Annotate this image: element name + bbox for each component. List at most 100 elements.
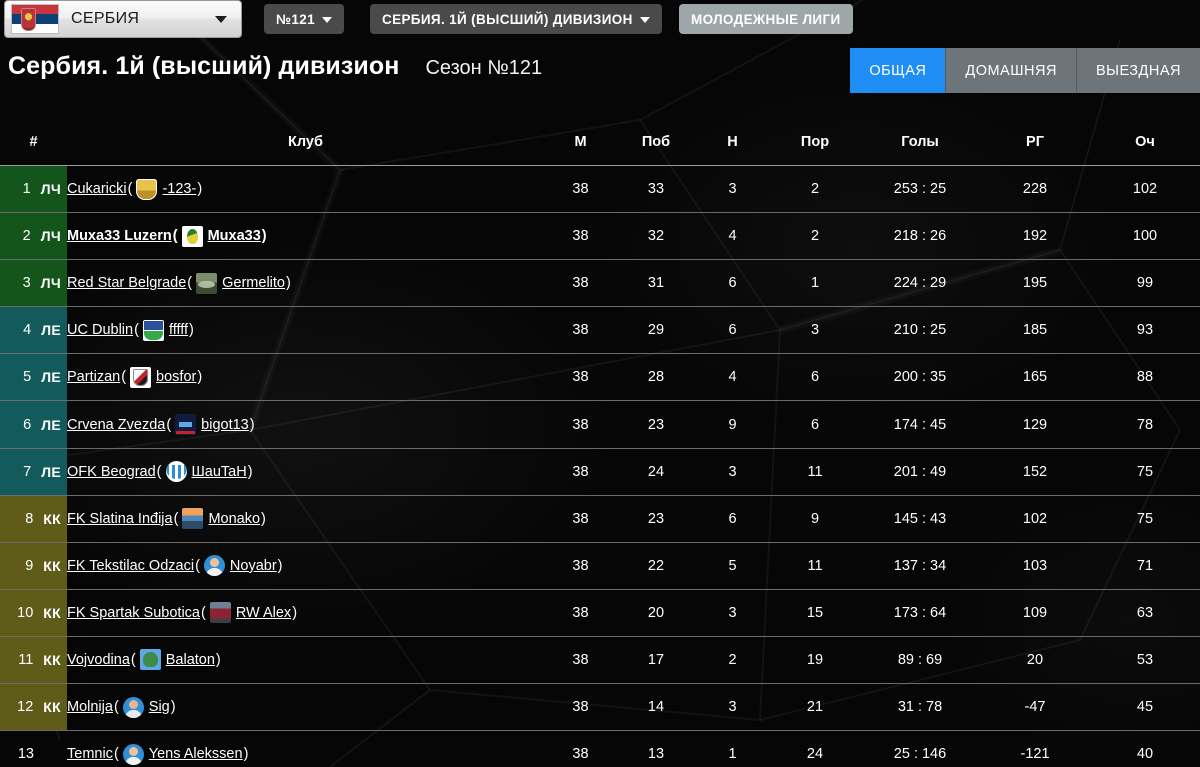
club-link[interactable]: Crvena Zvezda (67, 417, 165, 433)
manager-link[interactable]: Germelito (222, 275, 285, 291)
paren-close: ) (197, 181, 203, 198)
tab-overall[interactable]: ОБЩАЯ (850, 48, 947, 93)
row-played: 38 (572, 699, 589, 716)
column-header-rank[interactable]: # (0, 119, 67, 166)
row-goal-difference: -47 (1024, 699, 1046, 716)
table-row[interactable]: 5 ЛЕ Partizan (bosfor) 38 28 4 6 200 : 35 165 88 (0, 354, 1200, 401)
division-dropdown[interactable]: СЕРБИЯ. 1Й (ВЫСШИЙ) ДИВИЗИОН (370, 4, 662, 34)
column-header-losses[interactable]: Пор (770, 119, 860, 166)
youth-leagues-button[interactable]: МОЛОДЕЖНЫЕ ЛИГИ (679, 4, 853, 34)
zone-indicator: 10 КК (0, 589, 67, 636)
row-goal-difference: 192 (1022, 228, 1048, 245)
row-goal-difference: 129 (1022, 416, 1048, 433)
row-goal-difference: 103 (1022, 557, 1048, 574)
paren-open: ( (187, 275, 193, 292)
manager-link[interactable]: bosfor (156, 369, 196, 385)
standings-header-row: # Клуб М Поб Н Пор Голы РГ Оч (0, 119, 1200, 166)
row-zone-tag: ЛЕ (41, 416, 61, 433)
table-row[interactable]: 7 ЛЕ OFK Beograd (ШauTaH) 38 24 3 11 201 : 49 15… (0, 448, 1200, 496)
club-link[interactable]: Molnija (67, 699, 113, 715)
zone-indicator: 8 КК (0, 495, 67, 542)
table-row[interactable]: 6 ЛЕ Crvena Zvezda (bigot13) 38 23 9 6 174 : 45… (0, 401, 1200, 449)
manager-link[interactable]: Sig (149, 699, 170, 715)
manager-link[interactable]: Yens Alekssen (149, 746, 243, 762)
column-header-wins[interactable]: Поб (617, 119, 695, 166)
row-played: 38 (572, 416, 589, 433)
column-header-points[interactable]: Оч (1090, 119, 1200, 166)
paren-close: ) (215, 651, 221, 668)
row-goals: 174 : 45 (893, 416, 947, 433)
table-row[interactable]: 9 КК FK Tekstilac Odzaci (Noyabr) 38 22 5 11 13… (0, 542, 1200, 590)
manager-link[interactable]: bigot13 (201, 417, 249, 433)
row-rank-number: 10 (17, 604, 34, 621)
row-points: 75 (1136, 463, 1154, 480)
row-club-cell: Molnija (Sig) (67, 684, 544, 731)
column-header-played[interactable]: М (544, 119, 617, 166)
row-rank-number: 12 (17, 699, 34, 716)
zone-indicator: 5 ЛЕ (0, 354, 67, 401)
row-goal-difference: -121 (1020, 746, 1050, 763)
manager-link[interactable]: RW Alex (236, 605, 291, 621)
row-rank-cell: 10 КК (0, 589, 67, 636)
table-row[interactable]: 12 КК Molnija (Sig) 38 14 3 21 31 : 78 -47 45 (0, 684, 1200, 731)
row-wins: 14 (647, 699, 665, 716)
manager-link[interactable]: -123- (162, 181, 196, 197)
manager-link[interactable]: fffff (169, 322, 188, 338)
tab-overall-label: ОБЩАЯ (869, 62, 927, 79)
club-link[interactable]: FK Tekstilac Odzaci (67, 558, 194, 574)
manager-link[interactable]: ШauTaH (192, 464, 247, 480)
column-header-draws[interactable]: Н (695, 119, 770, 166)
row-goal-difference: 20 (1026, 651, 1044, 668)
club-link[interactable]: Temnic (67, 746, 113, 762)
club-link[interactable]: Red Star Belgrade (67, 275, 186, 291)
season-dropdown[interactable]: №121 (264, 4, 344, 34)
club-link[interactable]: Muxa33 Luzern (67, 228, 172, 244)
table-row[interactable]: 1 ЛЧ Cukaricki (-123-) 38 33 3 2 253 : 25 228 102 (0, 166, 1200, 213)
table-row[interactable]: 11 КК Vojvodina (Balaton) 38 17 2 19 89 : 69 20 5… (0, 636, 1200, 684)
row-wins: 31 (647, 275, 665, 292)
row-club-cell: Red Star Belgrade (Germelito) (67, 260, 544, 307)
table-row[interactable]: 4 ЛЕ UC Dublin (fffff) 38 29 6 3 210 : 25 185 93 (0, 307, 1200, 354)
row-goals: 137 : 34 (893, 557, 947, 574)
tab-home[interactable]: ДОМАШНЯЯ (946, 48, 1077, 93)
club-link[interactable]: FK Slatina Inđija (67, 511, 173, 527)
table-row[interactable]: 3 ЛЧ Red Star Belgrade (Germelito) 38 31 6 1 22… (0, 260, 1200, 307)
table-row[interactable]: 8 КК FK Slatina Inđija (Monako) 38 23 6 9 145 :… (0, 495, 1200, 543)
row-losses: 2 (810, 228, 820, 245)
zone-indicator: 9 КК (0, 542, 67, 589)
manager-link[interactable]: Muxa33 (208, 228, 261, 244)
zone-indicator: 13 (0, 731, 67, 767)
zone-indicator: 3 ЛЧ (0, 260, 67, 307)
row-goals: 145 : 43 (893, 510, 947, 527)
row-goals: 253 : 25 (893, 181, 947, 198)
club-link[interactable]: OFK Beograd (67, 464, 156, 480)
club-link[interactable]: Partizan (67, 369, 120, 385)
table-row[interactable]: 2 ЛЧ Muxa33 Luzern (Muxa33) 38 32 4 2 218 : 26 1… (0, 213, 1200, 260)
column-header-goals[interactable]: Голы (860, 119, 980, 166)
column-header-club[interactable]: Клуб (67, 119, 544, 166)
page-title: Сербия. 1й (высший) дивизион (8, 52, 400, 80)
row-points: 100 (1132, 228, 1158, 245)
table-row[interactable]: 13 Temnic (Yens Alekssen) 38 13 1 24 25 : 146 -… (0, 731, 1200, 767)
row-played: 38 (572, 651, 589, 668)
row-rank-number: 1 (22, 181, 31, 198)
row-draws: 2 (728, 651, 737, 668)
row-draws: 3 (728, 181, 737, 198)
row-wins: 24 (647, 463, 665, 480)
country-selector[interactable]: СЕРБИЯ (4, 0, 242, 38)
manager-link[interactable]: Noyabr (230, 558, 277, 574)
table-row[interactable]: 10 КК FK Spartak Subotica (RW Alex) 38 20 3 15… (0, 589, 1200, 637)
manager-link[interactable]: Monako (208, 511, 260, 527)
row-played: 38 (572, 181, 589, 198)
row-rank-cell: 2 ЛЧ (0, 213, 67, 260)
club-link[interactable]: UC Dublin (67, 322, 133, 338)
club-link[interactable]: Vojvodina (67, 652, 130, 668)
club-link[interactable]: FK Spartak Subotica (67, 605, 200, 621)
manager-link[interactable]: Balaton (166, 652, 215, 668)
row-zone-tag: ЛЧ (40, 181, 61, 198)
row-rank-cell: 11 КК (0, 636, 67, 684)
column-header-goal-difference[interactable]: РГ (980, 119, 1090, 166)
row-goal-difference: 109 (1022, 604, 1048, 621)
tab-away[interactable]: ВЫЕЗДНАЯ (1076, 48, 1200, 93)
club-link[interactable]: Cukaricki (67, 181, 127, 197)
